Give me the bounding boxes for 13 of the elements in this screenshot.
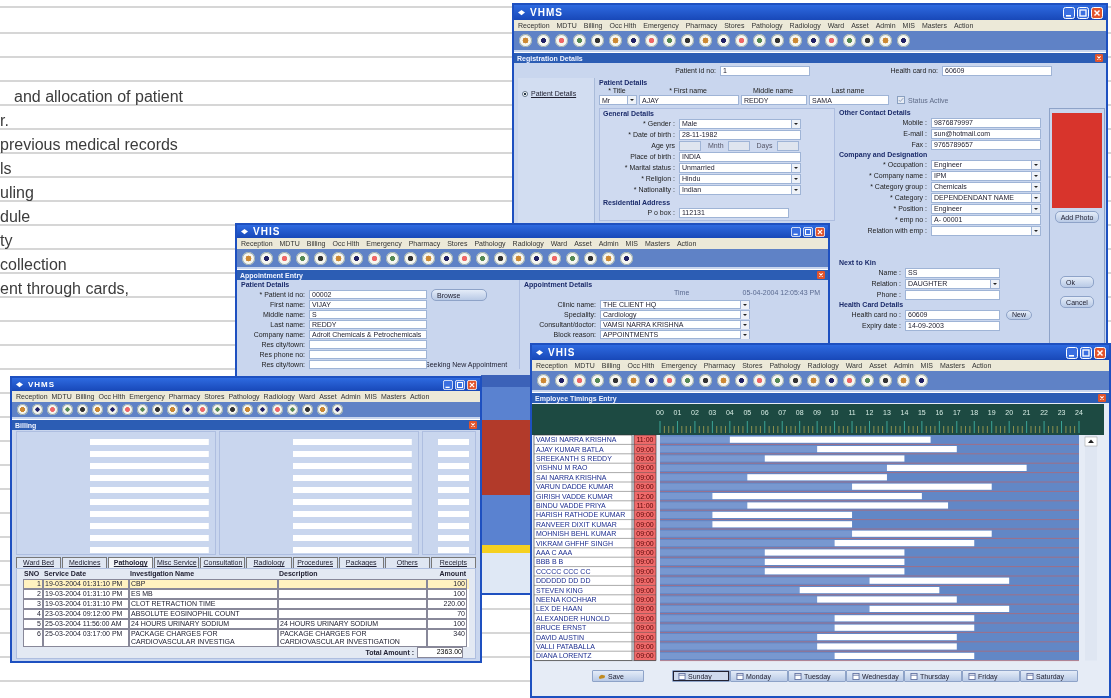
text-line: ls [0, 159, 13, 179]
window-title: VHMS [530, 7, 563, 18]
text-line: ent through cards, [0, 279, 130, 299]
text-line: previous medical records [0, 135, 179, 155]
text-line: ty [0, 231, 14, 251]
text-line: uling [0, 183, 35, 203]
window-title: VHIS [253, 226, 281, 237]
text-line: and allocation of patient [14, 87, 183, 107]
text-line: collection [0, 255, 68, 275]
window-title: VHMS [28, 380, 56, 389]
text-line: dule [0, 207, 32, 227]
window-title: VHIS [548, 347, 576, 358]
text-line: r. [0, 111, 10, 131]
